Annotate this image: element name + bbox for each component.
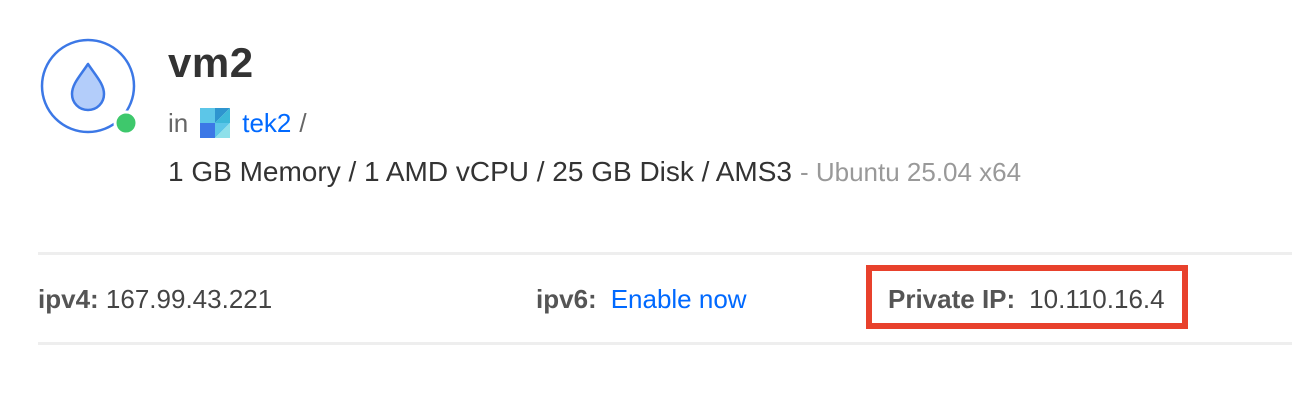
private-ip-field: Private IP: 10.110.16.4 bbox=[888, 284, 1165, 315]
private-ip-label: Private IP: bbox=[888, 284, 1016, 314]
droplet-icon bbox=[40, 38, 138, 136]
ipv6-label: ipv6: bbox=[536, 284, 597, 314]
divider bbox=[38, 252, 1292, 255]
divider bbox=[38, 342, 1292, 345]
ipv4-label: ipv4: bbox=[38, 284, 99, 314]
breadcrumb-separator: / bbox=[299, 107, 307, 138]
private-ip-value[interactable]: 10.110.16.4 bbox=[1029, 284, 1164, 314]
enable-ipv6-link[interactable]: Enable now bbox=[611, 284, 747, 314]
ipv6-field: ipv6: Enable now bbox=[536, 284, 747, 315]
ipv4-field: ipv4: 167.99.43.221 bbox=[38, 284, 272, 315]
in-label: in bbox=[168, 107, 189, 138]
specs-text: 1 GB Memory / 1 AMD vCPU / 25 GB Disk / … bbox=[168, 156, 792, 187]
os-text: - Ubuntu 25.04 x64 bbox=[799, 157, 1022, 187]
ipv4-value[interactable]: 167.99.43.221 bbox=[106, 284, 272, 314]
project-line: in tek2 / bbox=[168, 106, 307, 140]
status-online-icon bbox=[113, 110, 138, 136]
droplet-name: vm2 bbox=[168, 39, 254, 86]
project-link[interactable]: tek2 bbox=[242, 108, 291, 139]
droplet-header: vm2 in tek2 / 1 GB Memory / 1 AMD vCPU /… bbox=[0, 0, 1292, 418]
project-icon bbox=[200, 108, 231, 138]
droplet-avatar bbox=[40, 38, 138, 136]
droplet-specs: 1 GB Memory / 1 AMD vCPU / 25 GB Disk / … bbox=[168, 156, 1021, 188]
